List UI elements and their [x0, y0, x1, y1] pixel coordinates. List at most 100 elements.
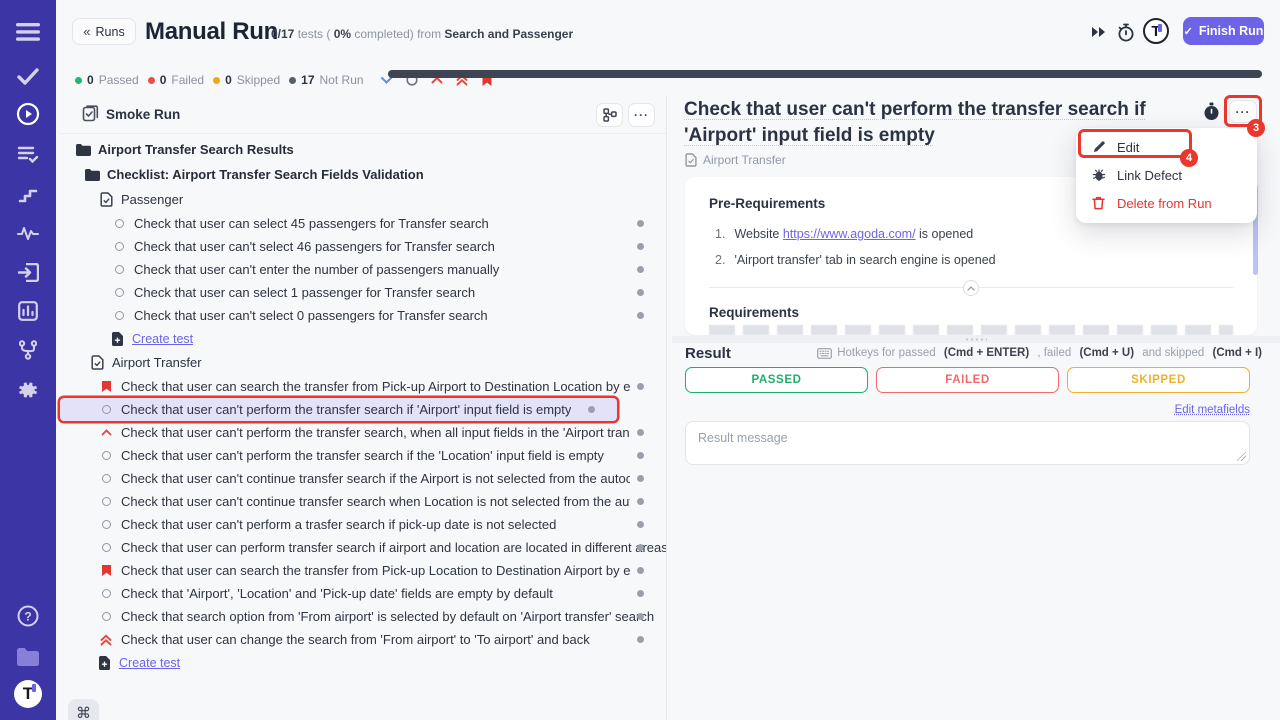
stopwatch-icon[interactable] — [1201, 101, 1222, 122]
suite-clipboard-icon — [82, 105, 99, 122]
test-row[interactable]: Check that user can search the transfer … — [60, 375, 666, 398]
result-dot — [637, 452, 644, 459]
failed-button[interactable]: FAILED — [876, 367, 1059, 393]
folder-row[interactable]: Checklist: Airport Transfer Search Field… — [60, 162, 666, 187]
trash-icon — [1091, 196, 1106, 210]
skipped-button[interactable]: SKIPPED — [1067, 367, 1250, 393]
skipped-count: 0Skipped — [213, 73, 280, 87]
test-row[interactable]: Check that user can't enter the number o… — [60, 258, 666, 281]
create-test-link[interactable]: Create test — [60, 327, 666, 350]
requirements-heading: Requirements — [709, 305, 799, 320]
folder-icon — [75, 144, 91, 156]
tree-more-button[interactable] — [628, 103, 655, 127]
test-row[interactable]: Check that user can't continue transfer … — [60, 467, 666, 490]
test-row[interactable]: Check that user can't select 46 passenge… — [60, 235, 666, 258]
status-circle-icon — [98, 612, 114, 621]
result-message-input[interactable] — [685, 421, 1250, 465]
test-row[interactable]: Check that user can search the transfer … — [60, 559, 666, 582]
help-icon[interactable]: ? — [0, 598, 56, 634]
projects-folder-icon[interactable] — [0, 638, 56, 674]
test-context-menu: Edit Link Defect Delete from Run — [1076, 128, 1257, 223]
test-row[interactable]: Check that user can change the search fr… — [60, 628, 666, 651]
test-row[interactable]: Check that user can't perform the transf… — [60, 421, 666, 444]
test-tree: Airport Transfer Search Results Checklis… — [60, 137, 666, 674]
timer-icon[interactable] — [1116, 22, 1136, 42]
steps-icon[interactable] — [0, 176, 56, 212]
test-row[interactable]: Check that 'Airport', 'Location' and 'Pi… — [60, 582, 666, 605]
test-row[interactable]: Check that user can perform transfer sea… — [60, 536, 666, 559]
result-heading: Result — [685, 345, 731, 362]
runs-play-icon[interactable] — [0, 96, 56, 132]
test-row[interactable]: Check that user can select 45 passengers… — [60, 212, 666, 235]
fast-forward-icon[interactable] — [1088, 22, 1108, 42]
user-avatar-logo[interactable]: T — [1143, 18, 1169, 44]
result-dot — [637, 383, 644, 390]
caret-up-icon — [98, 429, 114, 436]
test-row-selected[interactable]: Check that user can't perform the transf… — [60, 398, 617, 421]
test-row[interactable]: Check that user can't select 0 passenger… — [60, 304, 666, 327]
finish-run-button[interactable]: ✓ Finish Run — [1183, 17, 1264, 45]
run-name: Smoke Run — [106, 107, 180, 122]
plans-list-icon[interactable] — [0, 136, 56, 172]
test-row[interactable]: Check that search option from 'From airp… — [60, 605, 666, 628]
status-circle-icon — [98, 543, 114, 552]
result-dot — [637, 498, 644, 505]
passed-count: 0Passed — [75, 73, 139, 87]
pulse-icon[interactable] — [0, 215, 56, 251]
page-title: Manual Run — [145, 18, 278, 46]
back-to-runs-button[interactable]: « Runs — [72, 18, 136, 45]
panel-splitter[interactable] — [666, 96, 667, 720]
prereq-item: 2.'Airport transfer' tab in search engin… — [715, 253, 996, 267]
keyboard-icon — [817, 348, 832, 359]
file-row[interactable]: Passenger — [60, 187, 666, 212]
menu-item-edit[interactable]: Edit — [1076, 133, 1257, 161]
import-icon[interactable] — [0, 254, 56, 290]
passed-button[interactable]: PASSED — [685, 367, 868, 393]
horizontal-splitter[interactable] — [672, 336, 1280, 343]
result-dot — [637, 590, 644, 597]
test-row[interactable]: Check that user can select 1 passenger f… — [60, 281, 666, 304]
result-dot — [637, 613, 644, 620]
drag-grip-icon — [965, 337, 987, 342]
skipped-dot-icon — [213, 77, 220, 84]
result-dot — [637, 289, 644, 296]
folder-row[interactable]: Airport Transfer Search Results — [60, 137, 666, 162]
menu-icon[interactable] — [0, 14, 56, 50]
passed-dot-icon — [75, 77, 82, 84]
branch-icon[interactable] — [0, 332, 56, 368]
result-dot — [637, 544, 644, 551]
tree-view-button[interactable] — [596, 103, 623, 127]
file-icon — [98, 192, 114, 207]
result-dot — [637, 521, 644, 528]
create-test-link[interactable]: Create test — [60, 651, 666, 674]
status-circle-icon — [98, 589, 114, 598]
status-circle-icon — [98, 474, 114, 483]
status-circle-icon — [98, 497, 114, 506]
result-dot — [637, 475, 644, 482]
test-row[interactable]: Check that user can't perform the transf… — [60, 444, 666, 467]
edit-metafields-link[interactable]: Edit metafields — [1175, 404, 1250, 416]
bookmark-icon — [98, 564, 114, 577]
failed-dot-icon — [148, 77, 155, 84]
test-row[interactable]: Check that user can't continue transfer … — [60, 490, 666, 513]
reports-chart-icon[interactable] — [0, 293, 56, 329]
status-circle-icon — [111, 265, 127, 274]
menu-item-delete-from-run[interactable]: Delete from Run — [1076, 189, 1257, 217]
command-key-button[interactable] — [68, 699, 99, 720]
file-row[interactable]: Airport Transfer — [60, 350, 666, 375]
result-dot — [637, 243, 644, 250]
test-parent-tag[interactable]: Airport Transfer — [685, 153, 786, 167]
bug-icon — [1091, 168, 1106, 182]
collapse-toggle-icon[interactable] — [963, 280, 979, 296]
app-logo[interactable]: T — [0, 676, 56, 712]
status-circle-icon — [98, 520, 114, 529]
failed-count: 0Failed — [148, 73, 204, 87]
tests-check-icon[interactable] — [0, 58, 56, 94]
status-circle-icon — [111, 288, 127, 297]
agoda-link[interactable]: https://www.agoda.com/ — [783, 227, 916, 241]
result-dot — [637, 266, 644, 273]
settings-gear-icon[interactable] — [0, 372, 56, 408]
test-row[interactable]: Check that user can't perform a trasfer … — [60, 513, 666, 536]
notrun-dot-icon — [289, 77, 296, 84]
menu-item-link-defect[interactable]: Link Defect — [1076, 161, 1257, 189]
